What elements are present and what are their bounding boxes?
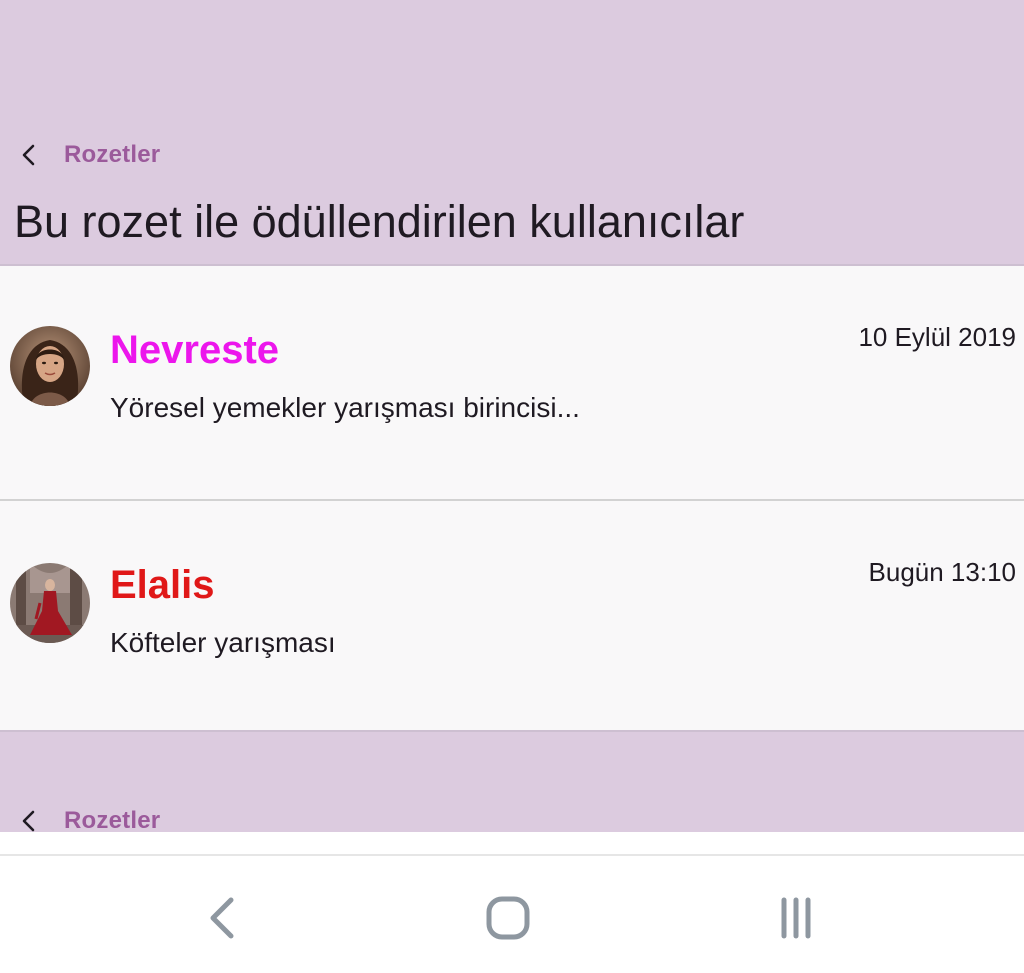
list-item[interactable]: Nevreste Yöresel yemekler yarışması biri…	[0, 266, 1024, 499]
breadcrumb-label[interactable]: Rozetler	[64, 807, 160, 832]
avatar[interactable]	[10, 326, 90, 406]
chevron-left-icon[interactable]	[16, 140, 42, 170]
award-date: Bugün 13:10	[868, 557, 1016, 587]
next-section: Rozetler	[0, 732, 1024, 832]
chevron-left-icon[interactable]	[16, 806, 42, 832]
award-summary: Yöresel yemekler yarışması birincisi...	[110, 392, 580, 423]
recents-icon[interactable]	[766, 890, 826, 946]
award-summary: Köfteler yarışması	[110, 627, 336, 658]
awarded-users-list: Nevreste Yöresel yemekler yarışması biri…	[0, 264, 1024, 732]
back-icon[interactable]	[192, 890, 252, 946]
app-header: Rozetler Bu rozet ile ödüllendirilen kul…	[0, 0, 1024, 264]
breadcrumb[interactable]: Rozetler	[16, 806, 160, 832]
award-date: 10 Eylül 2019	[858, 322, 1016, 352]
user-name[interactable]: Elalis	[110, 563, 215, 608]
page-title: Bu rozet ile ödüllendirilen kullanıcılar	[14, 196, 745, 247]
avatar[interactable]	[10, 563, 90, 643]
system-navigation-bar	[0, 832, 1024, 973]
home-icon[interactable]	[478, 890, 538, 946]
breadcrumb-label[interactable]: Rozetler	[64, 141, 160, 169]
list-item[interactable]: Elalis Köfteler yarışması Bugün 13:10	[0, 499, 1024, 734]
divider	[0, 854, 1024, 856]
breadcrumb[interactable]: Rozetler	[16, 140, 160, 170]
user-name[interactable]: Nevreste	[110, 328, 279, 373]
